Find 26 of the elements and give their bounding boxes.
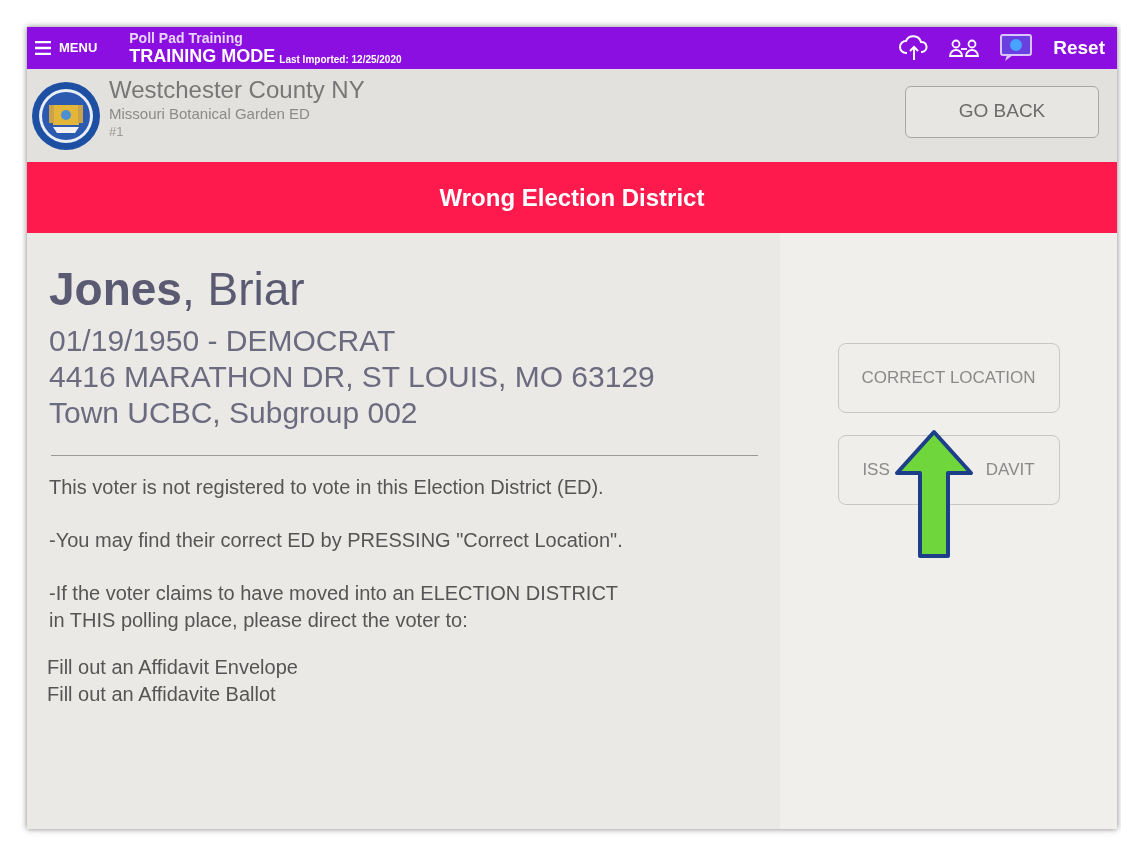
chat-icon[interactable] [999, 33, 1034, 63]
go-back-button[interactable]: GO BACK [905, 85, 1099, 138]
reset-button[interactable]: Reset [1053, 33, 1105, 63]
up-arrow-icon [894, 429, 974, 559]
info-text: -You may find their correct ED by PRESSING "Correct Location". [49, 527, 624, 553]
instruction-text: Fill out an Affidavit Envelope [47, 654, 299, 680]
cloud-upload-icon[interactable] [899, 35, 930, 61]
error-banner: Wrong Election District [27, 162, 1117, 233]
district-name: Missouri Botanical Garden ED [109, 105, 311, 124]
birth-date-party: 01/19/1950 - DEMOCRAT [49, 322, 397, 359]
menu-button[interactable]: MENU [35, 38, 98, 58]
mode-label: TRAINING MODE [129, 47, 276, 65]
last-imported: Last Imported: 12/25/2020 [279, 55, 402, 65]
voter-town: Town UCBC, Subgroup 002 [49, 394, 419, 431]
info-text: This voter is not registered to vote in this Election District (ED). [49, 474, 605, 500]
voter-address: 4416 MARATHON DR, ST LOUIS, MO 63129 [49, 358, 656, 395]
menu-icon [35, 41, 51, 55]
instruction-text: Fill out an Affidavite Ballot [47, 681, 277, 707]
info-text: -If the voter claims to have moved into an ELECTION DISTRICT in THIS polling place, please direct the voter to: [49, 580, 620, 633]
action-button[interactable]: CORRECT LOCATION [837, 343, 1060, 413]
county-name: Westchester County NY [109, 75, 365, 105]
app-name: Poll Pad Training [129, 31, 244, 45]
users-icon[interactable] [949, 38, 980, 58]
seal-icon [31, 80, 101, 151]
district-number: #1 [109, 123, 125, 140]
voter-name: Jones, Briar [49, 263, 305, 315]
